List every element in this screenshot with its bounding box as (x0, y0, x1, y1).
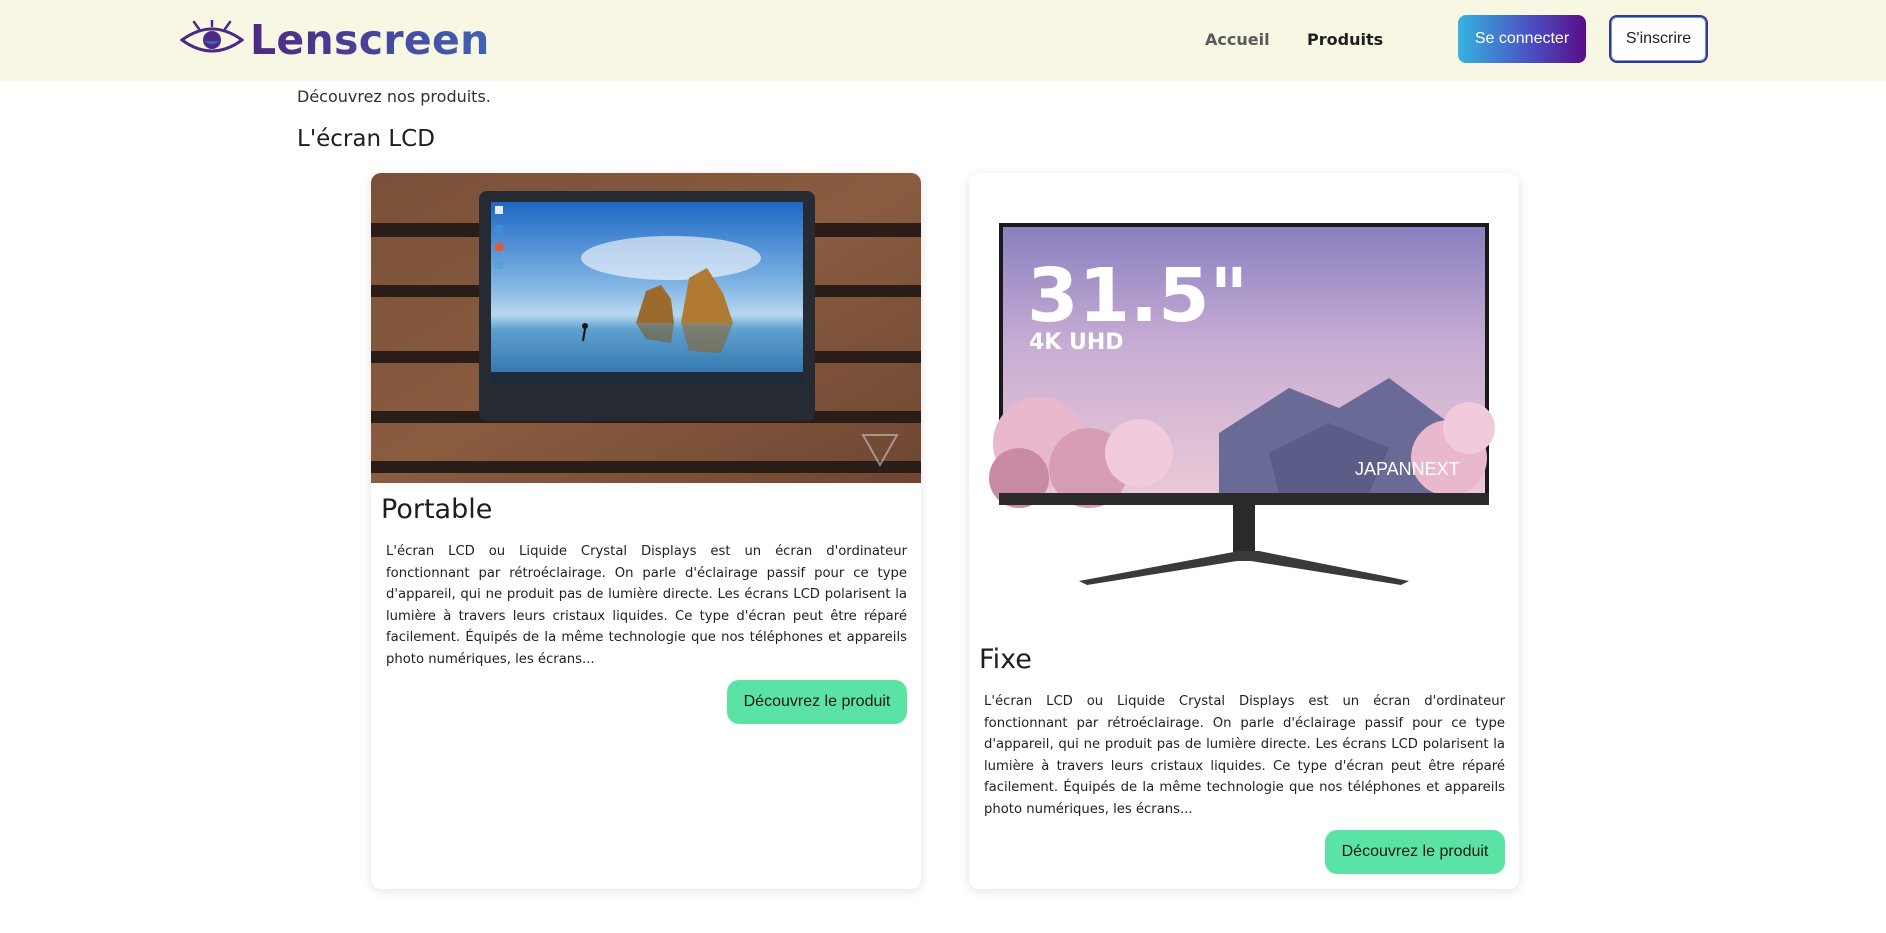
product-card-fixe: 31.5" 4K UHD JAPANNEXT Fixe L'écran LCD … (969, 173, 1519, 889)
nav-produits[interactable]: Produits (1307, 30, 1383, 49)
section-title: L'écran LCD (297, 126, 435, 152)
discover-product-button[interactable]: Découvrez le produit (1325, 830, 1505, 874)
product-title: Portable (381, 494, 493, 525)
login-button[interactable]: Se connecter (1458, 15, 1586, 63)
intro-text: Découvrez nos produits. (297, 87, 491, 106)
nav-accueil[interactable]: Accueil (1205, 30, 1270, 49)
product-image-monitor: 31.5" 4K UHD JAPANNEXT (989, 223, 1495, 585)
signup-button[interactable]: S'inscrire (1609, 15, 1708, 63)
image-size-text: 31.5" (1027, 253, 1248, 339)
product-description: L'écran LCD ou Liquide Crystal Displays … (386, 544, 907, 667)
brand-name: Lenscreen (250, 15, 490, 64)
eye-icon (180, 20, 244, 53)
product-title: Fixe (979, 644, 1032, 675)
product-image-laptop (371, 173, 921, 483)
image-resolution-text: 4K UHD (1029, 330, 1124, 355)
product-card-portable: Portable L'écran LCD ou Liquide Crystal … (371, 173, 921, 889)
brand-logo[interactable]: Lenscreen (180, 18, 490, 62)
image-maker-text: JAPANNEXT (1355, 459, 1460, 479)
product-description: L'écran LCD ou Liquide Crystal Displays … (984, 694, 1505, 817)
site-header: Lenscreen Accueil Produits Se connecter … (0, 0, 1886, 81)
discover-product-button[interactable]: Découvrez le produit (727, 680, 907, 724)
